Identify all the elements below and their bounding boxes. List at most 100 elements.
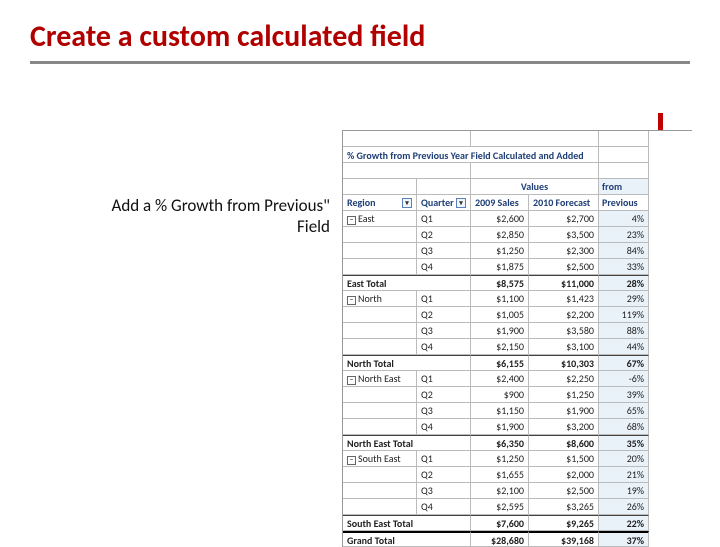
region-cell: −North bbox=[343, 291, 417, 307]
subtotal-growth: 22% bbox=[599, 515, 649, 531]
sales-2009-cell: $1,100 bbox=[471, 291, 529, 307]
forecast-2010-cell: $1,250 bbox=[529, 387, 599, 403]
sales-2009-cell: $2,600 bbox=[471, 211, 529, 227]
growth-cell: 20% bbox=[599, 451, 649, 467]
region-cell bbox=[343, 323, 417, 339]
title-underline bbox=[30, 61, 690, 64]
forecast-2010-cell: $2,500 bbox=[529, 259, 599, 275]
quarter-cell: Q4 bbox=[417, 339, 471, 355]
subtotal-growth: 35% bbox=[599, 435, 649, 451]
values-header: Values bbox=[471, 179, 599, 195]
subtotal-2010: $9,265 bbox=[529, 515, 599, 531]
region-cell bbox=[343, 403, 417, 419]
forecast-2010-cell: $3,580 bbox=[529, 323, 599, 339]
dropdown-icon[interactable]: ▾ bbox=[456, 198, 466, 208]
region-cell: −East bbox=[343, 211, 417, 227]
region-cell bbox=[343, 483, 417, 499]
slide-title: Create a custom calculated field bbox=[30, 18, 690, 55]
forecast-2010-cell: $2,000 bbox=[529, 467, 599, 483]
collapse-toggle[interactable]: − bbox=[347, 456, 356, 465]
subtotal-2009: $6,350 bbox=[471, 435, 529, 451]
sales-2009-cell: $900 bbox=[471, 387, 529, 403]
col-region-label: Region bbox=[347, 196, 375, 210]
dropdown-icon[interactable]: ▾ bbox=[402, 198, 412, 208]
growth-cell: 119% bbox=[599, 307, 649, 323]
quarter-cell: Q1 bbox=[417, 451, 471, 467]
sales-2009-cell: $1,900 bbox=[471, 419, 529, 435]
growth-cell: 21% bbox=[599, 467, 649, 483]
sales-2009-cell: $1,875 bbox=[471, 259, 529, 275]
growth-header-top: from bbox=[599, 179, 649, 195]
region-cell bbox=[343, 467, 417, 483]
subtotal-growth: 67% bbox=[599, 355, 649, 371]
sales-2009-cell: $1,250 bbox=[471, 451, 529, 467]
region-cell: −South East bbox=[343, 451, 417, 467]
subtotal-2010: $8,600 bbox=[529, 435, 599, 451]
quarter-cell: Q2 bbox=[417, 387, 471, 403]
quarter-cell: Q1 bbox=[417, 371, 471, 387]
quarter-cell: Q1 bbox=[417, 211, 471, 227]
growth-cell: 29% bbox=[599, 291, 649, 307]
pivot-table: % Growth from Previous Year Field Calcul… bbox=[342, 130, 692, 547]
subtotal-2009: $8,575 bbox=[471, 275, 529, 291]
forecast-2010-cell: $1,900 bbox=[529, 403, 599, 419]
grand-total-growth: 37% bbox=[599, 531, 649, 547]
forecast-2010-cell: $1,500 bbox=[529, 451, 599, 467]
growth-cell: 33% bbox=[599, 259, 649, 275]
region-label: East bbox=[358, 212, 375, 225]
forecast-2010-cell: $3,200 bbox=[529, 419, 599, 435]
subtotal-2010: $11,000 bbox=[529, 275, 599, 291]
growth-cell: 44% bbox=[599, 339, 649, 355]
forecast-2010-cell: $3,500 bbox=[529, 227, 599, 243]
forecast-2010-cell: $3,100 bbox=[529, 339, 599, 355]
col-quarter-label: Quarter bbox=[421, 196, 454, 210]
subtotal-2009: $6,155 bbox=[471, 355, 529, 371]
subtotal-label: North Total bbox=[343, 355, 471, 371]
region-cell bbox=[343, 243, 417, 259]
sales-2009-cell: $2,400 bbox=[471, 371, 529, 387]
growth-cell: 19% bbox=[599, 483, 649, 499]
quarter-cell: Q4 bbox=[417, 259, 471, 275]
region-cell bbox=[343, 307, 417, 323]
subtotal-label: East Total bbox=[343, 275, 471, 291]
region-cell: −North East bbox=[343, 371, 417, 387]
sales-2009-cell: $1,005 bbox=[471, 307, 529, 323]
caption-text: Add a % Growth from Previous" Field bbox=[95, 195, 330, 238]
growth-cell: 23% bbox=[599, 227, 649, 243]
quarter-cell: Q1 bbox=[417, 291, 471, 307]
sales-2009-cell: $2,100 bbox=[471, 483, 529, 499]
quarter-cell: Q3 bbox=[417, 403, 471, 419]
quarter-cell: Q2 bbox=[417, 227, 471, 243]
collapse-toggle[interactable]: − bbox=[347, 376, 356, 385]
region-label: North bbox=[358, 292, 382, 305]
growth-cell: 26% bbox=[599, 499, 649, 515]
quarter-cell: Q3 bbox=[417, 483, 471, 499]
growth-cell: 65% bbox=[599, 403, 649, 419]
quarter-cell: Q2 bbox=[417, 307, 471, 323]
growth-cell: 68% bbox=[599, 419, 649, 435]
region-cell bbox=[343, 387, 417, 403]
subtotal-growth: 28% bbox=[599, 275, 649, 291]
quarter-cell: Q3 bbox=[417, 323, 471, 339]
quarter-cell: Q2 bbox=[417, 467, 471, 483]
growth-cell: 88% bbox=[599, 323, 649, 339]
forecast-2010-cell: $1,423 bbox=[529, 291, 599, 307]
collapse-toggle[interactable]: − bbox=[347, 216, 356, 225]
region-cell bbox=[343, 419, 417, 435]
region-cell bbox=[343, 499, 417, 515]
grand-total-2010: $39,168 bbox=[529, 531, 599, 547]
sales-2009-cell: $1,655 bbox=[471, 467, 529, 483]
growth-cell: 39% bbox=[599, 387, 649, 403]
growth-cell: 4% bbox=[599, 211, 649, 227]
collapse-toggle[interactable]: − bbox=[347, 296, 356, 305]
sales-2009-cell: $2,150 bbox=[471, 339, 529, 355]
col-region[interactable]: Region ▾ bbox=[343, 195, 417, 211]
col-quarter[interactable]: Quarter ▾ bbox=[417, 195, 471, 211]
region-cell bbox=[343, 339, 417, 355]
forecast-2010-cell: $2,300 bbox=[529, 243, 599, 259]
grand-total-label: Grand Total bbox=[343, 531, 471, 547]
sales-2009-cell: $1,150 bbox=[471, 403, 529, 419]
col-growth: Previous bbox=[599, 195, 649, 211]
subtotal-label: South East Total bbox=[343, 515, 471, 531]
col-2009-sales: 2009 Sales bbox=[471, 195, 529, 211]
